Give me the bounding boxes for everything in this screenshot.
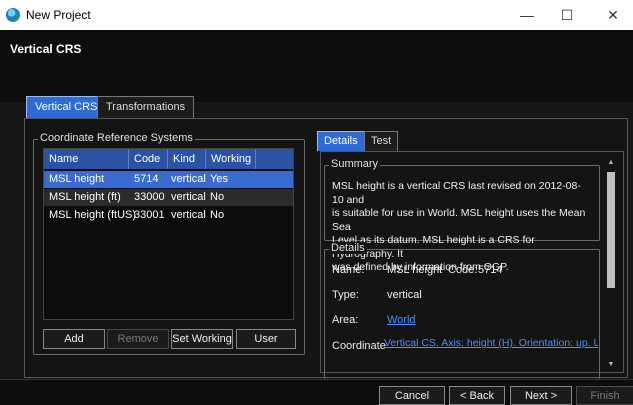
crs-table[interactable]: Name Code Kind Working MSL height 5714 v… xyxy=(43,148,294,320)
globe-icon xyxy=(6,8,20,22)
scroll-down-icon[interactable]: ▼ xyxy=(604,360,618,370)
cell-name: MSL height xyxy=(49,173,105,185)
tab-vertical-crs[interactable]: Vertical CRS xyxy=(26,96,107,118)
add-button[interactable]: Add xyxy=(43,329,105,349)
close-button[interactable]: ✕ xyxy=(593,0,633,30)
remove-button[interactable]: Remove xyxy=(107,329,169,349)
wizard-header: Vertical CRS xyxy=(0,30,633,102)
cell-working: No xyxy=(210,209,225,221)
area-link[interactable]: World xyxy=(387,314,416,326)
next-button[interactable]: Next > xyxy=(510,386,572,405)
cell-code: 5714 xyxy=(134,173,159,185)
scrollbar-thumb[interactable] xyxy=(607,172,615,288)
table-row[interactable]: MSL height 5714 vertical Yes xyxy=(44,171,293,188)
details-label: Details xyxy=(329,242,367,254)
crs-group-label: Coordinate Reference Systems xyxy=(38,132,195,144)
tab-transformations[interactable]: Transformations xyxy=(97,96,195,118)
area-label: Area: xyxy=(332,314,359,326)
summary-line: is suitable for use in World. MSL height… xyxy=(332,207,586,233)
cell-working: Yes xyxy=(210,173,228,185)
minimize-button[interactable]: — xyxy=(507,0,547,30)
summary-line: MSL height is a vertical CRS last revise… xyxy=(332,180,581,206)
cell-name: MSL height (ft) xyxy=(49,191,121,203)
finish-button[interactable]: Finish xyxy=(576,386,633,405)
type-value: vertical xyxy=(387,289,422,301)
column-header-code[interactable]: Code xyxy=(129,149,168,169)
coordinate-label: Coordinate xyxy=(332,340,386,352)
details-scrollbar[interactable]: ▲ ▼ xyxy=(604,158,618,370)
cancel-button[interactable]: Cancel xyxy=(379,386,445,405)
cell-kind: vertical xyxy=(171,173,206,185)
cell-kind: vertical xyxy=(171,209,206,221)
user-button[interactable]: User xyxy=(236,329,296,349)
cell-name: MSL height (ftUS) xyxy=(49,209,137,221)
cell-kind: vertical xyxy=(171,191,206,203)
window-title: New Project xyxy=(26,8,91,22)
column-header-name[interactable]: Name xyxy=(44,149,129,169)
table-row[interactable]: MSL height (ftUS) 33001 vertical No xyxy=(44,207,293,224)
scroll-up-icon[interactable]: ▲ xyxy=(604,158,618,168)
maximize-button[interactable]: ☐ xyxy=(547,0,587,30)
tab-details[interactable]: Details xyxy=(317,131,365,151)
name-label: Name: xyxy=(332,264,365,276)
table-header: Name Code Kind Working xyxy=(44,149,293,169)
window-titlebar: New Project — ☐ ✕ xyxy=(0,0,633,30)
cell-code: 33001 xyxy=(134,209,165,221)
page-title: Vertical CRS xyxy=(10,42,82,56)
code-value: 5714 xyxy=(478,264,503,276)
table-row[interactable]: MSL height (ft) 33000 vertical No xyxy=(44,189,293,206)
back-button[interactable]: < Back xyxy=(449,386,505,405)
summary-label: Summary xyxy=(329,158,381,170)
code-label: Code: xyxy=(448,264,478,276)
coordinate-system-link[interactable]: Vertical CS. Axis: height (H). Orientati… xyxy=(384,337,598,349)
cell-code: 33000 xyxy=(134,191,165,203)
type-label: Type: xyxy=(332,289,359,301)
set-working-button[interactable]: Set Working xyxy=(171,329,233,349)
tab-test[interactable]: Test xyxy=(364,131,399,151)
column-header-working[interactable]: Working xyxy=(206,149,256,169)
cell-working: No xyxy=(210,191,225,203)
column-header-kind[interactable]: Kind xyxy=(168,149,206,169)
name-value: MSL height xyxy=(387,264,443,276)
